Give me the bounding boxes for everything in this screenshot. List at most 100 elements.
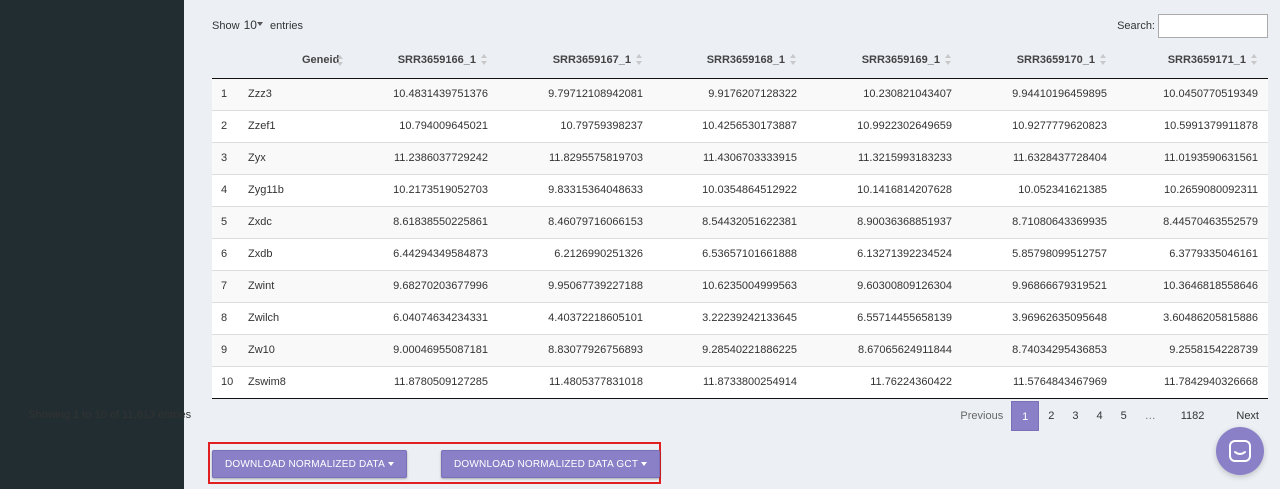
- value-cell: 3.96962635095648: [962, 301, 1117, 334]
- column-header[interactable]: SRR3659169_1: [807, 43, 962, 79]
- sort-arrows-icon: [1250, 54, 1258, 66]
- value-cell: 9.79712108942081: [498, 77, 653, 110]
- value-cell: 8.46079716066153: [498, 205, 653, 238]
- column-header-label: SRR3659168_1: [706, 54, 785, 67]
- value-cell: 10.9277779620823: [962, 109, 1117, 142]
- value-cell: 11.4805377831018: [498, 365, 653, 399]
- table-row: 3 Zyx 11.2386037729242 11.8295575819703 11.4…: [212, 141, 1268, 174]
- pagination-ellipsis: …: [1144, 410, 1156, 422]
- caret-down-icon: [641, 462, 648, 466]
- search-input[interactable]: [1158, 14, 1268, 38]
- geneid-cell: Zxdc: [248, 205, 348, 238]
- value-cell: 6.55714455658139: [807, 301, 962, 334]
- pagination-page-last[interactable]: 1182: [1165, 401, 1215, 431]
- column-header[interactable]: SRR3659168_1: [653, 43, 807, 79]
- geneid-cell: Zwilch: [248, 301, 348, 334]
- download-normalized-data-gct-button[interactable]: DOWNLOAD NORMALIZED DATA GCT: [441, 450, 661, 478]
- value-cell: 11.6328437728404: [962, 141, 1117, 174]
- geneid-cell: Zyg11b: [248, 173, 348, 206]
- column-header[interactable]: SRR3659170_1: [962, 43, 1117, 79]
- value-cell: 10.1416814207628: [807, 173, 962, 206]
- entries-length-control: Show 10 entries: [212, 18, 303, 32]
- table-row: 10 Zswim8 11.8780509127285 11.4805377831018…: [212, 365, 1268, 399]
- sort-arrows-icon: [480, 54, 488, 66]
- value-cell: 3.22239242133645: [653, 301, 807, 334]
- row-index-cell: 7: [212, 269, 248, 302]
- geneid-cell: Zyx: [248, 141, 348, 174]
- table-body: 1 Zzz3 10.4831439751376 9.79712108942081 9.9…: [212, 77, 1268, 399]
- table-row: 8 Zwilch 6.04074634234331 4.40372218605101 3…: [212, 301, 1268, 334]
- sort-arrows-icon: [635, 54, 643, 66]
- column-header[interactable]: SRR3659171_1: [1117, 43, 1268, 79]
- row-index-cell: 10: [212, 365, 248, 399]
- value-cell: 10.052341621385: [962, 173, 1117, 206]
- table-row: 5 Zxdc 8.61838550225861 8.46079716066153 8.5…: [212, 205, 1268, 238]
- download-normalized-data-button[interactable]: DOWNLOAD NORMALIZED DATA: [212, 450, 407, 478]
- column-header[interactable]: Geneid: [248, 43, 348, 79]
- row-index-cell: 8: [212, 301, 248, 334]
- caret-down-icon: [388, 462, 394, 466]
- row-index-cell: 1: [212, 77, 248, 110]
- column-header[interactable]: SRR3659167_1: [498, 43, 653, 79]
- table-info: Showing 1 to 10 of 11,813 entries: [28, 409, 192, 421]
- column-header-index[interactable]: [212, 43, 248, 79]
- row-index-cell: 6: [212, 237, 248, 270]
- row-index-cell: 4: [212, 173, 248, 206]
- value-cell: 10.5991379911878: [1117, 109, 1268, 142]
- column-header-label: SRR3659166_1: [397, 54, 476, 67]
- row-index-cell: 5: [212, 205, 248, 238]
- value-cell: 9.96866679319521: [962, 269, 1117, 302]
- value-cell: 11.7842940326668: [1117, 365, 1268, 399]
- value-cell: 6.13271392234524: [807, 237, 962, 270]
- pagination-page-current[interactable]: 1: [1011, 401, 1040, 431]
- entries-select[interactable]: 10: [244, 18, 266, 32]
- column-header[interactable]: SRR3659166_1: [348, 43, 498, 79]
- value-cell: 8.90036368851937: [807, 205, 962, 238]
- value-cell: 5.85798099512757: [962, 237, 1117, 270]
- value-cell: 6.53657101661888: [653, 237, 807, 270]
- value-cell: 11.5764843467969: [962, 365, 1117, 399]
- row-index-cell: 3: [212, 141, 248, 174]
- value-cell: 10.794009645021: [348, 109, 498, 142]
- table-row: 7 Zwint 9.68270203677996 9.95067739227188 10…: [212, 269, 1268, 302]
- download-normalized-data-label: DOWNLOAD NORMALIZED DATA: [225, 458, 385, 470]
- value-cell: 10.4256530173887: [653, 109, 807, 142]
- pagination-page[interactable]: 5: [1112, 401, 1136, 431]
- value-cell: 9.60300809126304: [807, 269, 962, 302]
- pagination-previous[interactable]: Previous: [951, 401, 1011, 431]
- data-table: Geneid SRR3659166_1 SRR3659167_1 SRR3659168…: [212, 43, 1268, 399]
- pagination: Previous 1 2 3 4 5 … 1182 Next: [951, 401, 1268, 431]
- value-cell: 10.3646818558646: [1117, 269, 1268, 302]
- sort-arrows-icon: [789, 54, 797, 66]
- value-cell: 4.40372218605101: [498, 301, 653, 334]
- value-cell: 11.8780509127285: [348, 365, 498, 399]
- sort-arrows-icon: [944, 54, 952, 66]
- value-cell: 10.9922302649659: [807, 109, 962, 142]
- table-row: 4 Zyg11b 10.2173519052703 9.83315364048633 1…: [212, 173, 1268, 206]
- column-header-label: SRR3659167_1: [552, 54, 631, 67]
- value-cell: 11.3215993183233: [807, 141, 962, 174]
- pagination-page[interactable]: 2: [1039, 401, 1063, 431]
- value-cell: 11.0193590631561: [1117, 141, 1268, 174]
- value-cell: 8.71080643369935: [962, 205, 1117, 238]
- value-cell: 6.44294349584873: [348, 237, 498, 270]
- table-controls: Show 10 entries Search:: [212, 14, 1268, 38]
- value-cell: 11.8733800254914: [653, 365, 807, 399]
- pagination-page[interactable]: 3: [1063, 401, 1087, 431]
- search-control: Search:: [1117, 14, 1268, 38]
- value-cell: 10.2173519052703: [348, 173, 498, 206]
- entries-select-value: 10: [243, 18, 257, 32]
- row-index-cell: 2: [212, 109, 248, 142]
- value-cell: 10.0354864512922: [653, 173, 807, 206]
- chat-launcher-button[interactable]: [1216, 427, 1264, 475]
- value-cell: 8.61838550225861: [348, 205, 498, 238]
- chevron-down-icon: [256, 22, 263, 26]
- show-label: Show: [212, 20, 240, 32]
- value-cell: 10.2659080092311: [1117, 173, 1268, 206]
- value-cell: 9.00046955087181: [348, 333, 498, 366]
- geneid-cell: Zzef1: [248, 109, 348, 142]
- geneid-cell: Zzz3: [248, 77, 348, 110]
- pagination-page[interactable]: 4: [1087, 401, 1111, 431]
- value-cell: 11.8295575819703: [498, 141, 653, 174]
- value-cell: 9.2558154228739: [1117, 333, 1268, 366]
